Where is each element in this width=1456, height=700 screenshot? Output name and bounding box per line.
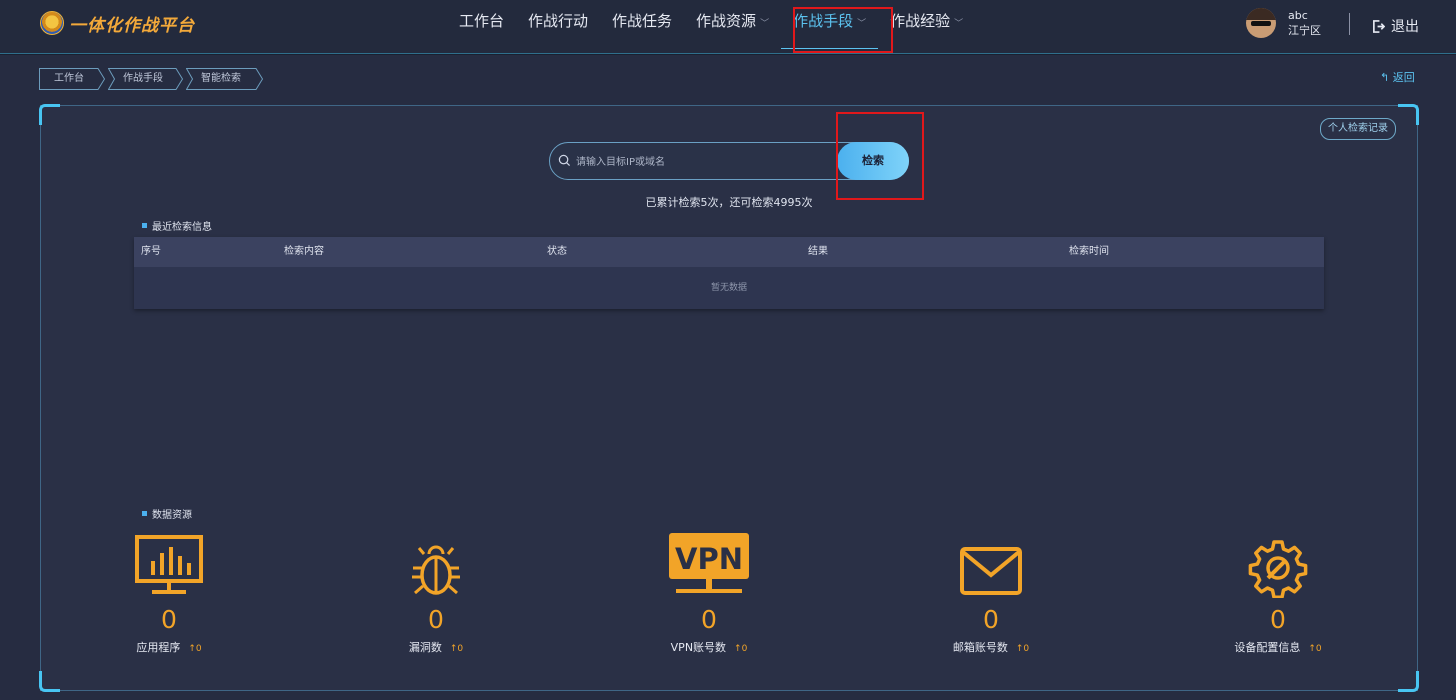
stat-label-row: 设备配置信息 ↑0 bbox=[1198, 639, 1358, 655]
back-label: 返回 bbox=[1392, 71, 1415, 84]
search-button[interactable]: 检索 bbox=[837, 142, 909, 180]
nav-item-workbench[interactable]: 工作台 bbox=[447, 0, 516, 53]
nav-item-tasks[interactable]: 作战任务 bbox=[600, 0, 684, 53]
user-district: 江宁区 bbox=[1288, 24, 1321, 37]
app-title: 一体化作战平台 bbox=[69, 15, 195, 36]
nav-label: 作战手段 bbox=[793, 12, 854, 30]
nav-label: 作战资源 bbox=[696, 12, 757, 30]
section-title-label: 最近检索信息 bbox=[152, 222, 212, 233]
breadcrumb: 工作台 作战手段 智能检索 bbox=[39, 68, 266, 90]
column-header-content: 检索内容 bbox=[284, 246, 324, 257]
panel-corner bbox=[1398, 671, 1419, 692]
back-link[interactable]: ↰ 返回 bbox=[1380, 69, 1415, 85]
stat-label: 漏洞数 bbox=[408, 641, 442, 654]
search-history-button[interactable]: 个人检索记录 bbox=[1320, 118, 1396, 140]
nav-item-resources[interactable]: 作战资源 ﹀ bbox=[684, 0, 781, 53]
stat-value: 0 bbox=[428, 605, 444, 634]
table-empty-text: 暂无数据 bbox=[710, 283, 747, 293]
avatar[interactable] bbox=[1246, 8, 1276, 38]
stat-label: VPN账号数 bbox=[670, 641, 727, 654]
logout-button[interactable]: 退出 bbox=[1372, 16, 1419, 36]
user-menu[interactable]: abc 江宁区 bbox=[1246, 8, 1321, 38]
chevron-down-icon: ﹀ bbox=[857, 19, 867, 29]
stat-label: 设备配置信息 bbox=[1234, 641, 1301, 654]
data-resources-title: 数据资源 bbox=[142, 506, 192, 521]
stat-label-row: 邮箱账号数 ↑0 bbox=[911, 639, 1071, 655]
nav-label: 工作台 bbox=[459, 12, 505, 30]
breadcrumb-item-smart-search[interactable]: 智能检索 bbox=[186, 68, 263, 90]
stat-delta: ↑0 bbox=[1308, 644, 1322, 654]
police-emblem-icon bbox=[40, 11, 64, 35]
main-nav: 工作台 作战行动 作战任务 作战资源 ﹀ 作战手段 ﹀ 作战经验 ﹀ bbox=[447, 0, 975, 53]
column-header-index: 序号 bbox=[141, 246, 161, 257]
app-logo[interactable]: 一体化作战平台 bbox=[40, 10, 195, 36]
mail-icon bbox=[911, 532, 1071, 598]
stat-label: 邮箱账号数 bbox=[952, 641, 1008, 654]
gear-wrench-icon bbox=[1198, 532, 1358, 598]
user-name: abc bbox=[1288, 9, 1308, 22]
panel-corner bbox=[39, 104, 60, 125]
stat-vpn-accounts[interactable]: VPN 0 VPN账号数 ↑0 bbox=[629, 532, 789, 655]
main-panel: 个人检索记录 检索 已累计检索5次，还可检索4995次 最近检索信息 序号 检索… bbox=[39, 104, 1419, 692]
search-icon bbox=[558, 154, 571, 167]
breadcrumb-label: 智能检索 bbox=[201, 73, 241, 84]
stat-label-row: 应用程序 ↑0 bbox=[89, 639, 249, 655]
nav-label: 作战行动 bbox=[528, 12, 589, 30]
stat-value: 0 bbox=[983, 605, 999, 634]
breadcrumb-item-means[interactable]: 作战手段 bbox=[108, 68, 183, 90]
vpn-icon: VPN bbox=[629, 532, 789, 598]
breadcrumb-label: 工作台 bbox=[54, 73, 84, 84]
stat-delta: ↑0 bbox=[1015, 644, 1030, 654]
stat-label: 应用程序 bbox=[136, 641, 181, 654]
top-header: 一体化作战平台 工作台 作战行动 作战任务 作战资源 ﹀ 作战手段 ﹀ 作战经验 ﹀ … bbox=[0, 0, 1456, 54]
nav-item-operations[interactable]: 作战行动 bbox=[516, 0, 600, 53]
breadcrumb-item-workbench[interactable]: 工作台 bbox=[39, 68, 105, 90]
stat-mail-accounts[interactable]: 0 邮箱账号数 ↑0 bbox=[911, 532, 1071, 655]
recent-search-title: 最近检索信息 bbox=[142, 218, 212, 233]
stat-delta: ↑0 bbox=[188, 644, 202, 654]
stat-value: 0 bbox=[701, 605, 717, 634]
nav-item-experience[interactable]: 作战经验 ﹀ bbox=[878, 0, 975, 53]
stat-delta: ↑0 bbox=[449, 644, 464, 654]
stat-label-row: 漏洞数 ↑0 bbox=[356, 639, 516, 655]
panel-corner bbox=[39, 671, 60, 692]
section-title-label: 数据资源 bbox=[152, 510, 192, 521]
back-arrow-icon: ↰ bbox=[1380, 71, 1390, 84]
column-header-result: 结果 bbox=[808, 246, 828, 257]
stat-delta: ↑0 bbox=[734, 644, 748, 654]
chevron-down-icon: ﹀ bbox=[954, 19, 964, 29]
panel-corner bbox=[1398, 104, 1419, 125]
nav-label: 作战经验 bbox=[890, 12, 951, 30]
search-quota-text: 已累计检索5次，还可检索4995次 bbox=[645, 196, 813, 209]
stat-vulnerabilities[interactable]: 0 漏洞数 ↑0 bbox=[356, 532, 516, 655]
header-divider bbox=[1349, 13, 1350, 35]
stat-device-config[interactable]: 0 设备配置信息 ↑0 bbox=[1198, 532, 1358, 655]
logout-icon bbox=[1373, 19, 1385, 33]
nav-item-means[interactable]: 作战手段 ﹀ bbox=[781, 0, 879, 53]
search-input[interactable] bbox=[574, 151, 838, 173]
vpn-icon-text: VPN bbox=[675, 542, 743, 576]
stat-value: 0 bbox=[161, 605, 177, 634]
column-header-time: 检索时间 bbox=[1069, 246, 1109, 257]
stat-applications[interactable]: 0 应用程序 ↑0 bbox=[89, 532, 249, 655]
logout-label: 退出 bbox=[1391, 19, 1419, 35]
user-info: abc 江宁区 bbox=[1288, 8, 1321, 38]
bug-icon bbox=[356, 532, 516, 598]
nav-label: 作战任务 bbox=[612, 12, 673, 30]
stat-value: 0 bbox=[1270, 605, 1286, 634]
monitor-chart-icon bbox=[89, 532, 249, 598]
recent-search-table: 序号 检索内容 状态 结果 检索时间 暂无数据 bbox=[134, 237, 1324, 309]
stat-label-row: VPN账号数 ↑0 bbox=[629, 639, 789, 655]
column-header-status: 状态 bbox=[547, 246, 567, 257]
chevron-down-icon: ﹀ bbox=[760, 19, 770, 29]
breadcrumb-label: 作战手段 bbox=[123, 73, 163, 84]
